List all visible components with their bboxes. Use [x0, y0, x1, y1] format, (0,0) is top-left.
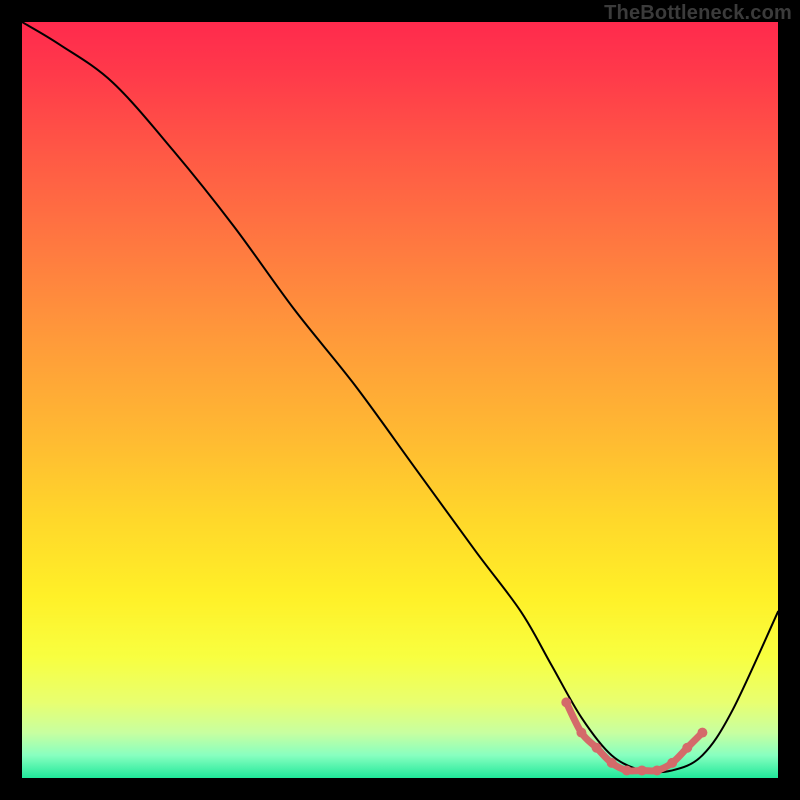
optimal-range-dot	[697, 728, 707, 738]
optimal-range-dot	[592, 743, 602, 753]
optimal-range-dot	[637, 765, 647, 775]
optimal-range-dot	[561, 697, 571, 707]
chart-stage: TheBottleneck.com	[0, 0, 800, 800]
optimal-range-dot	[652, 765, 662, 775]
optimal-range-dot	[682, 743, 692, 753]
watermark-text: TheBottleneck.com	[604, 2, 792, 25]
optimal-range-dot	[607, 758, 617, 768]
bottleneck-chart	[0, 0, 800, 800]
optimal-range-dot	[622, 765, 632, 775]
optimal-range-dot	[667, 758, 677, 768]
optimal-range-dot	[576, 728, 586, 738]
gradient-background	[22, 22, 778, 778]
